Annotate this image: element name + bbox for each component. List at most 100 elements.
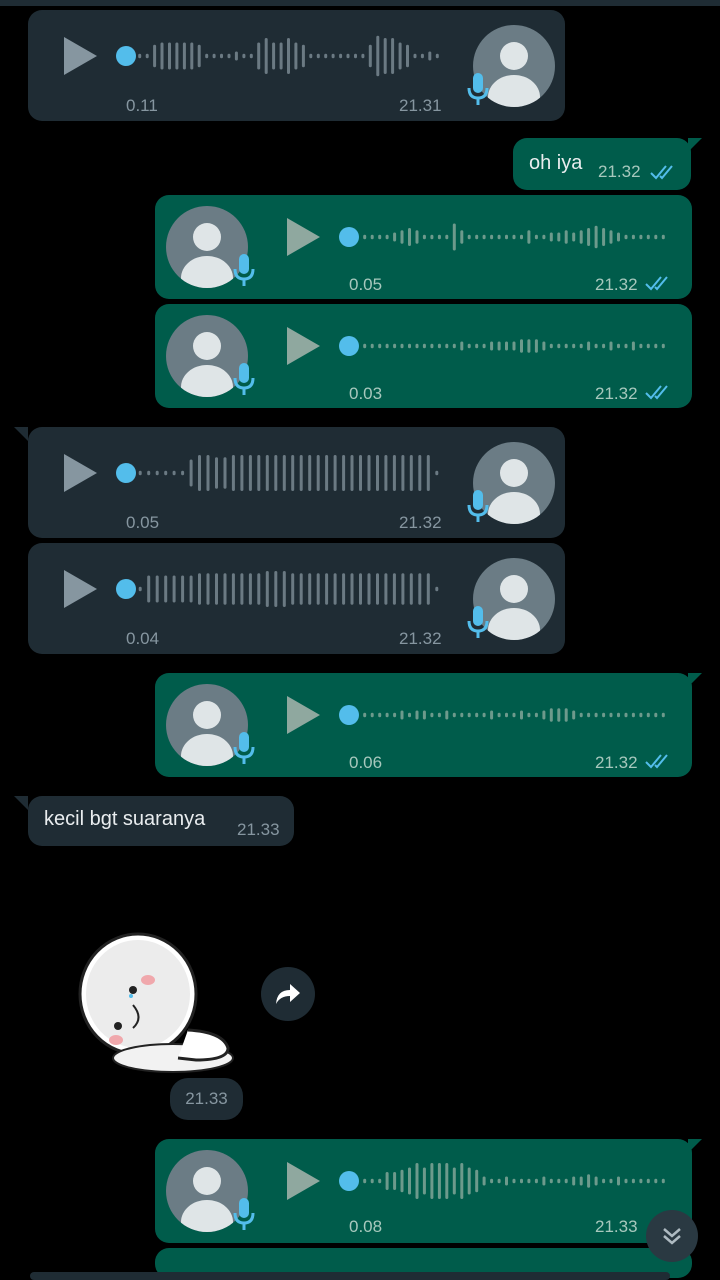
text-message[interactable]: oh iya 21.32 (513, 138, 691, 190)
waveform-bar (572, 710, 576, 720)
waveform-bar (527, 339, 531, 353)
waveform-bar (624, 712, 628, 718)
waveform-bar (420, 53, 424, 59)
progress-knob[interactable] (339, 227, 359, 247)
scroll-to-bottom-button[interactable] (646, 1210, 698, 1262)
progress-knob[interactable] (339, 705, 359, 725)
waveform-bar (445, 343, 449, 349)
waveform[interactable] (136, 567, 441, 611)
voice-message[interactable]: 0.11 21.31 (28, 10, 565, 121)
waveform-bar (572, 232, 576, 242)
progress-knob[interactable] (116, 579, 136, 599)
waveform-bar (359, 573, 362, 605)
text-message[interactable]: kecil bgt suaranya 21.33 (28, 796, 294, 846)
mic-icon (233, 732, 255, 764)
waveform[interactable] (361, 215, 667, 259)
waveform-bar (385, 1172, 389, 1190)
play-icon[interactable] (287, 218, 320, 256)
voice-duration: 0.08 (349, 1217, 383, 1236)
waveform-bar (587, 1174, 591, 1188)
forward-button[interactable] (261, 967, 315, 1021)
sticker[interactable] (78, 930, 240, 1080)
waveform-bar (631, 341, 635, 351)
waveform-bar (594, 343, 598, 349)
bubble-tail (688, 1139, 702, 1153)
play-icon[interactable] (64, 454, 97, 492)
waveform-bar (542, 1176, 546, 1186)
progress-knob[interactable] (116, 46, 136, 66)
waveform-bar (257, 42, 261, 70)
waveform-bar (359, 455, 362, 491)
voice-message[interactable]: 0.03 21.32 (155, 304, 692, 408)
waveform-bar (639, 1178, 643, 1184)
waveform[interactable] (361, 693, 667, 737)
progress-knob[interactable] (339, 336, 359, 356)
waveform-bar (274, 571, 278, 607)
waveform-bar (215, 457, 218, 489)
message-time: 21.33 (170, 1078, 243, 1120)
waveform-bar (520, 339, 523, 353)
voice-message[interactable]: 0.04 21.32 (28, 543, 565, 654)
waveform[interactable] (136, 34, 441, 78)
waveform-bar (385, 712, 389, 718)
voice-message[interactable]: 0.06 21.32 (155, 673, 692, 777)
waveform-bar (654, 712, 658, 718)
waveform-bar (393, 712, 397, 718)
waveform[interactable] (361, 324, 667, 368)
waveform-bar (264, 38, 268, 74)
waveform-bar (527, 230, 531, 244)
waveform-bar (467, 343, 471, 349)
progress-knob[interactable] (116, 463, 136, 483)
waveform-bar (299, 455, 303, 491)
waveform-bar (145, 53, 149, 59)
play-icon[interactable] (64, 570, 97, 608)
play-icon[interactable] (64, 37, 97, 75)
waveform-bar (452, 1167, 456, 1195)
voice-message[interactable]: 0.05 21.32 (155, 195, 692, 299)
play-icon[interactable] (287, 1162, 320, 1200)
waveform-bar (164, 575, 168, 603)
bubble-tail (688, 138, 702, 152)
waveform-bar (279, 42, 283, 70)
waveform-bar (376, 573, 379, 605)
waveform-bar (385, 234, 389, 240)
voice-message[interactable]: 0.05 21.32 (28, 427, 565, 538)
waveform-bar (408, 1167, 411, 1195)
waveform-bar (248, 455, 252, 491)
waveform-bar (609, 341, 613, 351)
waveform-bar (172, 575, 176, 603)
voice-message[interactable]: 0.08 21.33 (155, 1139, 692, 1243)
voice-duration: 0.06 (349, 753, 383, 772)
waveform-bar (430, 1163, 434, 1199)
waveform-bar (460, 712, 464, 718)
play-icon[interactable] (287, 327, 320, 365)
waveform-bar (308, 573, 312, 605)
waveform[interactable] (361, 1159, 667, 1203)
waveform-bar (291, 573, 295, 605)
waveform-bar (435, 586, 439, 592)
waveform-bar (339, 53, 343, 59)
message-time: 21.31 (399, 96, 442, 115)
waveform-bar (400, 1169, 404, 1193)
progress-knob[interactable] (339, 1171, 359, 1191)
message-time: 21.32 (399, 513, 442, 532)
waveform-bar (437, 343, 441, 349)
double-check-icon (645, 754, 668, 769)
waveform-bar (370, 712, 374, 718)
waveform-bar (490, 341, 494, 351)
waveform-bar (265, 455, 269, 491)
waveform-bar (160, 42, 164, 70)
bubble-tail (688, 673, 702, 687)
waveform-bar (393, 232, 397, 242)
waveform-bar (257, 573, 261, 605)
waveform-bar (240, 455, 244, 491)
play-icon[interactable] (287, 696, 320, 734)
waveform-bar (274, 455, 278, 491)
waveform[interactable] (136, 451, 441, 495)
waveform-bar (512, 712, 516, 718)
waveform-bar (460, 1163, 464, 1199)
waveform-bar (206, 455, 210, 491)
waveform-bar (661, 343, 665, 349)
waveform-bar (197, 44, 201, 68)
double-check-icon (650, 165, 673, 180)
